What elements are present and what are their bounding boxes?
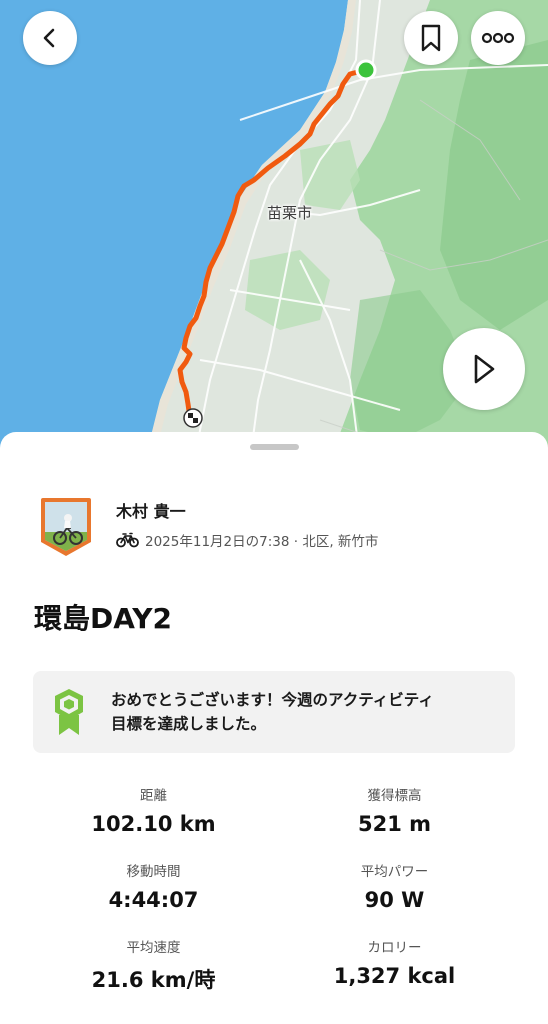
back-button[interactable] xyxy=(23,11,77,65)
route-map[interactable]: 苗栗市 xyxy=(0,0,548,460)
bookmark-icon xyxy=(421,24,441,52)
bike-icon xyxy=(116,532,139,548)
avatar[interactable] xyxy=(38,496,94,558)
stat-label: 平均速度 xyxy=(126,940,181,956)
finish-marker xyxy=(183,408,203,428)
bookmark-button[interactable] xyxy=(404,11,458,65)
athlete-header[interactable]: 木村 貴一 2025年11月2日の7:38 · 北区, 新竹市 xyxy=(38,496,378,558)
goal-achieved-banner[interactable]: おめでとうございます！今週のアクティビティ 目標を達成しました。 xyxy=(33,671,515,753)
activity-detail-screen: 苗栗市 木村 貴一 2025年11月2日の7:38 · 北区, 新竹市 環島DA… xyxy=(0,0,548,1024)
stat-value: 521 m xyxy=(357,812,432,836)
stat-label: 平均パワー xyxy=(360,864,429,880)
sheet-grabber[interactable] xyxy=(250,444,299,450)
banner-line-2: 目標を達成しました。 xyxy=(111,715,267,733)
stat-avg-speed: 平均速度 21.6 km/時 xyxy=(33,936,274,994)
activity-sheet: 木村 貴一 2025年11月2日の7:38 · 北区, 新竹市 環島DAY2 お… xyxy=(0,432,548,1024)
more-button[interactable] xyxy=(471,11,525,65)
stat-value: 102.10 km xyxy=(91,812,216,836)
stat-value: 21.6 km/時 xyxy=(91,968,216,992)
stat-distance: 距離 102.10 km xyxy=(33,784,274,836)
stat-value: 1,327 kcal xyxy=(333,964,456,988)
activity-title: 環島DAY2 xyxy=(34,602,172,635)
stat-calories: カロリー 1,327 kcal xyxy=(274,936,515,994)
city-label: 苗栗市 xyxy=(267,204,313,222)
chevron-left-icon xyxy=(43,28,55,48)
stat-label: 移動時間 xyxy=(126,864,181,880)
stat-label: 獲得標高 xyxy=(367,788,422,804)
activity-meta: 2025年11月2日の7:38 · 北区, 新竹市 xyxy=(145,534,379,550)
banner-line-1: おめでとうございます！今週のアクティビティ xyxy=(111,691,434,709)
play-flyover-button[interactable] xyxy=(443,328,525,410)
stat-value: 90 W xyxy=(364,888,425,912)
stat-label: カロリー xyxy=(367,940,422,956)
more-dots-icon xyxy=(481,32,515,44)
start-marker xyxy=(355,59,377,81)
stat-moving-time: 移動時間 4:44:07 xyxy=(33,860,274,912)
stat-elevation: 獲得標高 521 m xyxy=(274,784,515,836)
stat-label: 距離 xyxy=(140,788,167,804)
stats-grid: 距離 102.10 km 獲得標高 521 m 移動時間 4:44:07 平均パ… xyxy=(33,784,515,994)
stat-avg-power: 平均パワー 90 W xyxy=(274,860,515,912)
athlete-name[interactable]: 木村 貴一 xyxy=(116,498,378,522)
play-icon xyxy=(474,354,495,384)
goal-badge-icon xyxy=(55,689,83,735)
stat-value: 4:44:07 xyxy=(108,888,199,912)
